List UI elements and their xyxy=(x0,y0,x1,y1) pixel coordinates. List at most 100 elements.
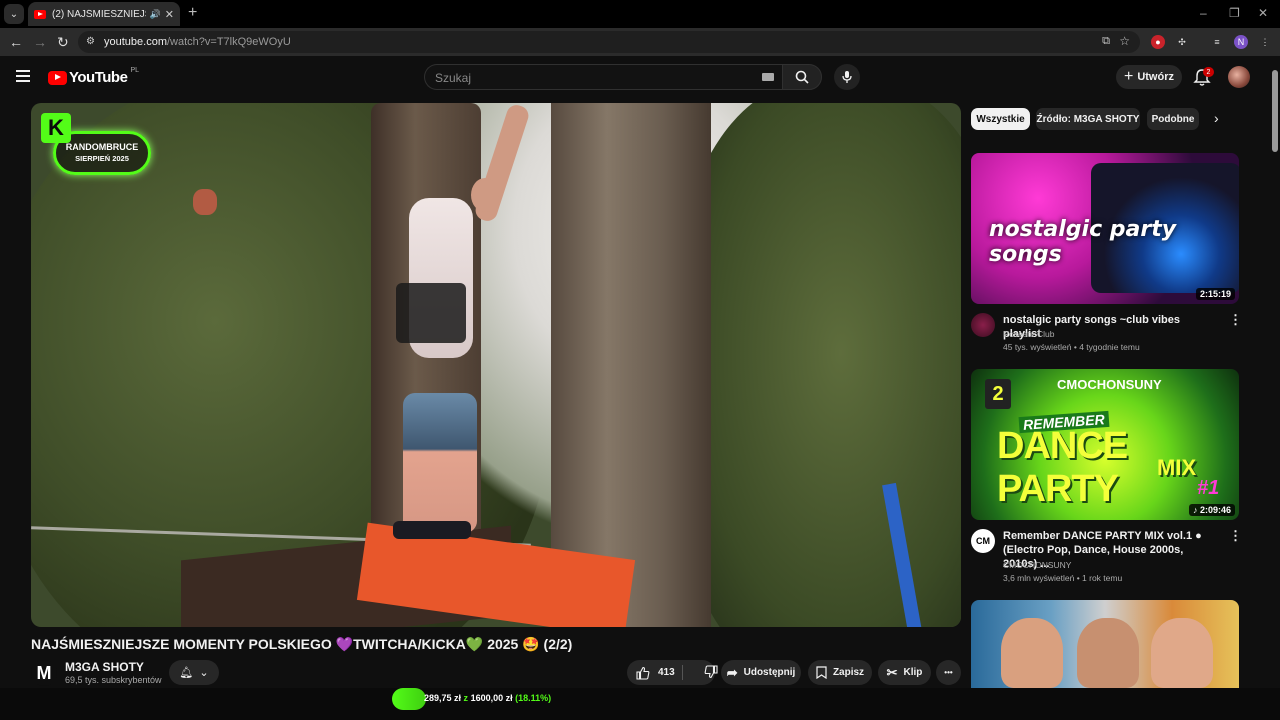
share-button[interactable]: ➦ Udostępnij xyxy=(721,660,801,685)
streamer-watermark: RANDOMBRUCE SIERPIEŃ 2025 K xyxy=(41,113,151,175)
subscriber-count: 69,5 tys. subskrybentów xyxy=(65,675,162,685)
bookmark-icon xyxy=(816,666,827,679)
youtube-logo[interactable]: YouTube PL xyxy=(48,67,139,86)
like-divider xyxy=(682,665,683,680)
video-player[interactable]: RANDOMBRUCE SIERPIEŃ 2025 K xyxy=(31,103,961,627)
tab-search-button[interactable]: ⌄ xyxy=(4,4,24,24)
subscription-notifications-button[interactable]: 🔔︎ ⌄ xyxy=(169,660,219,685)
share-icon: ➦ xyxy=(726,664,738,680)
chip-all[interactable]: Wszystkie xyxy=(971,108,1030,130)
forward-arrow-icon[interactable]: → xyxy=(33,34,47,50)
more-vert-icon[interactable]: ⋮ xyxy=(1229,312,1242,328)
video-frame-tree-trunk-large xyxy=(551,103,711,627)
logo-text: YouTube xyxy=(69,69,128,86)
tab-title: (2) NAJŚMIESZNIEJSZE MO xyxy=(52,8,146,20)
microphone-icon xyxy=(842,71,852,83)
recommendation-thumbnail[interactable] xyxy=(971,600,1239,688)
thumbs-down-icon xyxy=(704,665,718,679)
thumbnail-text: nostalgic party songs xyxy=(989,217,1177,267)
media-control-icon[interactable]: ≡ xyxy=(1210,35,1224,49)
kick-logo-icon: K xyxy=(41,113,71,143)
video-frame-foliage-right xyxy=(671,103,961,627)
youtube-favicon-icon xyxy=(34,9,46,19)
video-title: NAJŚMIESZNIEJSZE MOMENTY POLSKIEGO 💜TWIT… xyxy=(31,636,573,652)
browser-menu-icon[interactable]: ⋮ xyxy=(1258,35,1272,49)
video-frame-harness xyxy=(396,283,466,343)
goal-current: 289,75 zł xyxy=(424,693,462,703)
recommendation-thumbnail[interactable]: nostalgic party songs 2:15:19 xyxy=(971,153,1239,304)
chip-related[interactable]: Podobne xyxy=(1147,108,1199,130)
recommendation-meta: 3,6 mln wyświetleń • 1 rok temu xyxy=(1003,573,1123,583)
more-vert-icon[interactable]: ⋮ xyxy=(1229,528,1242,544)
notification-badge: 2 xyxy=(1203,67,1214,77)
back-arrow-icon[interactable]: ← xyxy=(9,34,23,50)
restore-button[interactable]: ❐ xyxy=(1229,6,1240,20)
scrollbar-thumb[interactable] xyxy=(1272,70,1278,152)
voice-search-button[interactable] xyxy=(834,64,860,90)
speaker-icon[interactable]: 🔊 xyxy=(150,9,161,20)
extensions-puzzle-icon[interactable]: ✣ xyxy=(1175,35,1189,49)
more-actions-button[interactable]: ••• xyxy=(936,660,961,685)
video-frame-person-shoes xyxy=(393,521,471,539)
video-frame-person-legs xyxy=(403,393,477,533)
video-duration: 2:15:19 xyxy=(1195,288,1235,300)
site-info-icon[interactable]: ⚙ xyxy=(86,36,98,48)
user-avatar[interactable] xyxy=(1228,66,1250,88)
goal-target: 1600,00 zł xyxy=(470,693,513,703)
clip-button[interactable]: ✂ Klip xyxy=(878,660,931,685)
new-tab-button[interactable]: + xyxy=(188,4,197,22)
extension-icon[interactable]: ● xyxy=(1151,35,1165,49)
browser-toolbar: ← → ↻ ⚙ youtube.com/watch?v=T7lkQ9eWOyU … xyxy=(0,28,1280,56)
like-dislike-group: 413 xyxy=(627,660,718,685)
search-input[interactable]: Szukaj xyxy=(424,64,786,90)
browser-tab-bar: ⌄ (2) NAJŚMIESZNIEJSZE MO 🔊 ✕ + – ❐ ✕ xyxy=(0,0,1280,28)
video-frame-person-head xyxy=(471,178,499,212)
close-tab-icon[interactable]: ✕ xyxy=(165,8,174,21)
channel-avatar[interactable] xyxy=(971,313,995,337)
chevron-right-icon[interactable]: › xyxy=(1214,110,1219,126)
save-label: Zapisz xyxy=(832,667,865,678)
profile-avatar[interactable]: N xyxy=(1234,35,1248,49)
reload-icon[interactable]: ↻ xyxy=(57,34,69,51)
watermark-line2: SIERPIEŃ 2025 xyxy=(75,154,129,163)
address-bar[interactable]: ⚙ youtube.com/watch?v=T7lkQ9eWOyU ⧉ ☆ xyxy=(78,31,1140,53)
minimize-button[interactable]: – xyxy=(1200,6,1207,20)
thumbnail-text-line3: MIX xyxy=(1157,455,1197,480)
thumbnail-person xyxy=(1077,618,1139,688)
recommendation-channel[interactable]: Roseate Club xyxy=(1003,329,1055,339)
thumbnail-badge: 2 xyxy=(985,379,1011,409)
channel-avatar[interactable]: CM xyxy=(971,529,995,553)
dislike-button[interactable] xyxy=(704,665,718,682)
goal-connector: z xyxy=(463,693,469,703)
goal-progress-fill xyxy=(392,688,426,710)
install-app-icon[interactable]: ⧉ xyxy=(1102,35,1110,48)
country-code: PL xyxy=(130,67,139,74)
like-button[interactable]: 413 xyxy=(636,666,675,680)
create-button[interactable]: + Utwórz xyxy=(1116,65,1182,89)
keyboard-icon[interactable] xyxy=(762,73,774,81)
plus-icon: + xyxy=(1123,68,1134,85)
chevron-down-icon: ⌄ xyxy=(199,667,209,679)
goal-percent: (18.11%) xyxy=(515,693,552,703)
channel-name[interactable]: M3GA SHOTY xyxy=(65,660,144,674)
chevron-down-icon: ⌄ xyxy=(9,8,19,20)
share-label: Udostępnij xyxy=(743,667,796,678)
recommendation-channel[interactable]: CMOCHONSUNY xyxy=(1003,560,1071,570)
channel-avatar[interactable]: M xyxy=(31,660,57,686)
video-duration: ♪ 2:09:46 xyxy=(1188,504,1235,516)
bookmark-star-icon[interactable]: ☆ xyxy=(1119,34,1130,48)
scissors-icon: ✂ xyxy=(886,664,898,680)
chip-source[interactable]: Źródło: M3GA SHOTY xyxy=(1036,108,1140,130)
goal-progress-text: 289,75 zł z 1600,00 zł (18.11%) xyxy=(424,693,551,703)
search-icon xyxy=(795,70,809,84)
close-window-button[interactable]: ✕ xyxy=(1258,6,1268,20)
save-button[interactable]: Zapisz xyxy=(808,660,872,685)
clip-label: Klip xyxy=(903,667,923,678)
donation-goal-bar xyxy=(0,688,1280,720)
recommendation-thumbnail[interactable]: 2 CMOCHONSUNY REMEMBER DANCE PARTY MIX #… xyxy=(971,369,1239,520)
browser-tab-active[interactable]: (2) NAJŚMIESZNIEJSZE MO 🔊 ✕ xyxy=(28,2,180,26)
hamburger-menu-icon[interactable] xyxy=(16,70,30,82)
youtube-header: YouTube PL Szukaj + Utwórz 2 xyxy=(0,56,1270,100)
search-button[interactable] xyxy=(782,64,822,90)
youtube-play-icon xyxy=(48,70,67,85)
